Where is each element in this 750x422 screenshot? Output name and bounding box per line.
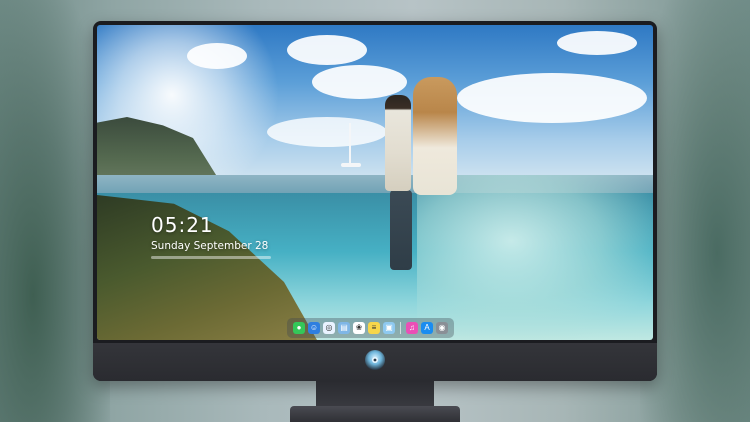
lock-screen-time: 05:21 bbox=[151, 213, 214, 237]
files-icon[interactable]: ▤ bbox=[338, 322, 350, 334]
dock-separator bbox=[400, 322, 401, 334]
wallpaper-woman bbox=[413, 77, 457, 195]
lock-screen-date: Sunday September 28 bbox=[151, 240, 269, 252]
wallpaper-cloud bbox=[187, 43, 247, 69]
wallpaper-sailboat-hull bbox=[341, 163, 361, 167]
brand-logo-mark bbox=[372, 357, 378, 363]
lock-screen-subtext bbox=[151, 256, 271, 259]
finder-icon[interactable]: ☺ bbox=[308, 322, 320, 334]
wallpaper-cloud bbox=[457, 73, 647, 123]
safari-icon[interactable]: ◎ bbox=[323, 322, 335, 334]
wallpaper-cloud bbox=[312, 65, 407, 99]
wallpaper-cloud bbox=[267, 117, 387, 147]
preview-icon[interactable]: ▣ bbox=[383, 322, 395, 334]
wallpaper-dress bbox=[417, 175, 653, 340]
notes-icon[interactable]: ≡ bbox=[368, 322, 380, 334]
wallpaper-sailboat-mast bbox=[349, 123, 351, 165]
messages-icon[interactable]: ● bbox=[293, 322, 305, 334]
itunes-icon[interactable]: ♫ bbox=[406, 322, 418, 334]
brand-logo-icon bbox=[365, 350, 385, 370]
wallpaper-man-legs bbox=[390, 190, 412, 270]
monitor: 05:21 Sunday September 28 ● ☺ ◎ ▤ ❀ ≡ ▣ ♫ A ◉ bbox=[93, 21, 657, 381]
photos-icon[interactable]: ❀ bbox=[353, 322, 365, 334]
camera-icon[interactable]: ◉ bbox=[436, 322, 448, 334]
app-store-icon[interactable]: A bbox=[421, 322, 433, 334]
dock: ● ☺ ◎ ▤ ❀ ≡ ▣ ♫ A ◉ bbox=[287, 318, 454, 338]
wallpaper-man bbox=[385, 95, 411, 191]
wallpaper-cloud bbox=[287, 35, 367, 65]
screen: 05:21 Sunday September 28 ● ☺ ◎ ▤ ❀ ≡ ▣ ♫ A ◉ bbox=[97, 25, 653, 340]
wallpaper-cloud bbox=[557, 31, 637, 55]
monitor-stand-base bbox=[290, 406, 460, 422]
monitor-stand-neck bbox=[316, 381, 434, 409]
